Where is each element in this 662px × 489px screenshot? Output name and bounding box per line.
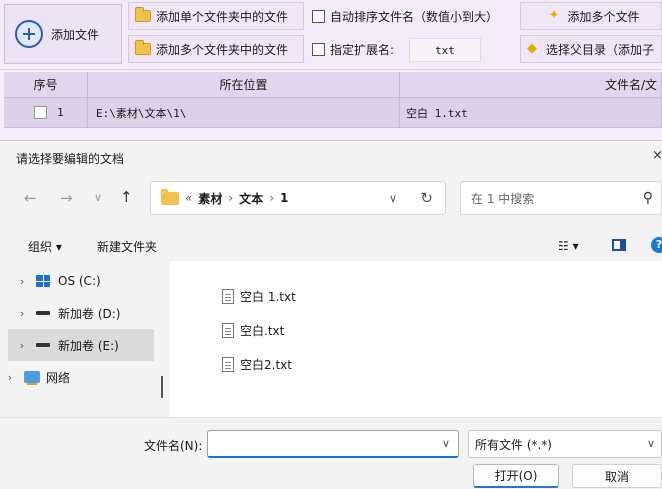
checkbox-box[interactable] xyxy=(312,42,325,56)
file-name: 空白 1.txt xyxy=(240,289,296,304)
nav-item-e-drive[interactable]: › 新加卷 (E:) xyxy=(8,329,154,361)
specify-ext-label: 指定扩展名: xyxy=(330,42,395,57)
breadcrumb-item[interactable]: 文本 xyxy=(239,190,263,207)
table-row[interactable]: 1 E:\素材\文本\1\ 空白 1.txt xyxy=(4,98,662,128)
view-menu-icon[interactable]: ☷ ▾ xyxy=(558,239,579,253)
chevron-right-icon[interactable]: › xyxy=(8,307,36,320)
chevron-right-icon[interactable]: › xyxy=(8,339,36,352)
shield-icon: ◆ xyxy=(527,41,537,56)
text-file-icon xyxy=(222,356,234,372)
search-placeholder: 在 1 中搜索 xyxy=(471,191,535,206)
windows-drive-icon xyxy=(36,275,50,287)
breadcrumb-separator: › xyxy=(269,191,274,205)
col-filename[interactable]: 文件名/文 xyxy=(400,72,662,97)
nav-item-d-drive[interactable]: › 新加卷 (D:) xyxy=(8,297,154,329)
chevron-right-icon[interactable]: › xyxy=(8,275,36,288)
add-single-folder-button[interactable]: 添加单个文件夹中的文件 xyxy=(128,2,304,30)
back-arrow-icon[interactable]: ← xyxy=(24,189,37,207)
refresh-icon[interactable]: ↻ xyxy=(420,189,433,207)
file-name: 空白.txt xyxy=(240,323,285,338)
add-file-label: 添加文件 xyxy=(51,27,100,42)
filetype-value: 所有文件 (*.*) xyxy=(475,437,552,452)
filetype-select[interactable]: 所有文件 (*.*) ∨ xyxy=(468,430,662,458)
open-file-dialog: 请选择要编辑的文档 × ← → ∨ ↑ « 素材 › 文本 › 1 ∨ ↻ 在 … xyxy=(0,140,662,489)
chevron-down-icon[interactable]: ∨ xyxy=(442,437,450,450)
nav-item-c-drive[interactable]: › OS (C:) xyxy=(8,265,154,297)
filename-label: 文件名(N): xyxy=(144,439,203,453)
up-arrow-icon[interactable]: ↑ xyxy=(120,188,133,206)
row-filename: 空白 1.txt xyxy=(400,98,662,127)
drive-icon xyxy=(36,343,50,347)
breadcrumb-item[interactable]: 素材 xyxy=(198,190,222,207)
cancel-button[interactable]: 取消 xyxy=(572,464,662,488)
ext-input[interactable]: txt xyxy=(409,38,481,62)
file-list: 空白 1.txt 空白.txt 空白2.txt xyxy=(170,261,662,417)
row-checkbox[interactable] xyxy=(34,106,47,119)
list-item[interactable]: 空白 1.txt xyxy=(222,285,296,307)
dialog-title: 请选择要编辑的文档 xyxy=(16,152,125,166)
forward-arrow-icon[interactable]: → xyxy=(60,189,73,207)
nav-item-network[interactable]: › 网络 xyxy=(0,361,142,393)
checkbox-box[interactable] xyxy=(312,9,325,23)
chevron-down-icon[interactable]: ∨ xyxy=(647,437,655,450)
add-plus-icon xyxy=(15,20,43,48)
new-folder-button[interactable]: 新建文件夹 xyxy=(97,238,157,255)
open-button[interactable]: 打开(O) xyxy=(473,464,559,488)
search-input[interactable]: 在 1 中搜索 ⚲ xyxy=(460,181,662,215)
col-location[interactable]: 所在位置 xyxy=(88,72,400,97)
nav-item-label: 新加卷 (D:) xyxy=(58,306,121,321)
search-icon: ⚲ xyxy=(642,190,653,206)
drive-icon xyxy=(36,311,50,315)
filename-input[interactable]: ∨ xyxy=(207,430,459,458)
breadcrumb-overflow[interactable]: « xyxy=(185,191,192,205)
list-item[interactable]: 空白2.txt xyxy=(222,353,292,375)
folder-icon xyxy=(135,7,151,22)
grid-header: 序号 所在位置 文件名/文 xyxy=(4,72,662,98)
toolbar: 添加文件 添加单个文件夹中的文件 添加多个文件夹中的文件 自动排序文件名（数值小… xyxy=(0,0,662,70)
nav-item-label: 新加卷 (E:) xyxy=(58,338,119,353)
add-file-button[interactable]: 添加文件 xyxy=(4,4,122,64)
text-file-icon xyxy=(222,288,234,304)
help-icon[interactable]: ? xyxy=(651,237,662,253)
address-bar[interactable]: « 素材 › 文本 › 1 ∨ ↻ xyxy=(150,181,446,215)
folder-icon xyxy=(135,40,151,55)
nav-item-label: OS (C:) xyxy=(58,274,101,288)
dialog-footer: 文件名(N): ∨ 所有文件 (*.*) ∨ 打开(O) 取消 xyxy=(0,417,662,489)
auto-sort-label: 自动排序文件名（数值小到大） xyxy=(330,9,499,24)
wand-icon: ✦ xyxy=(548,8,560,23)
choose-parent-label: 选择父目录（添加子 xyxy=(546,42,655,57)
row-path: E:\素材\文本\1\ xyxy=(88,98,400,127)
row-index: 1 xyxy=(57,106,64,119)
folder-icon xyxy=(161,188,179,205)
col-index[interactable]: 序号 xyxy=(4,72,88,97)
close-icon[interactable]: × xyxy=(652,148,662,163)
nav-scrollbar[interactable] xyxy=(161,376,163,398)
add-multi-label: 添加多个文件 xyxy=(567,9,640,24)
auto-sort-checkbox[interactable]: 自动排序文件名（数值小到大） xyxy=(306,2,516,30)
add-multi-files-button[interactable]: ✦ 添加多个文件 xyxy=(520,2,662,30)
file-name: 空白2.txt xyxy=(240,357,292,372)
text-file-icon xyxy=(222,322,234,338)
add-multi-folder-button[interactable]: 添加多个文件夹中的文件 xyxy=(128,35,304,63)
command-bar: 组织 ▾ 新建文件夹 ☷ ▾ ? xyxy=(0,231,662,261)
organize-menu[interactable]: 组织 ▾ xyxy=(28,238,62,255)
add-multi-folder-label: 添加多个文件夹中的文件 xyxy=(156,42,289,57)
recent-chevron-icon[interactable]: ∨ xyxy=(94,191,102,204)
nav-item-label: 网络 xyxy=(46,370,71,385)
breadcrumb-separator: › xyxy=(228,191,234,205)
specify-ext-checkbox[interactable]: 指定扩展名: xyxy=(306,35,406,63)
add-single-folder-label: 添加单个文件夹中的文件 xyxy=(156,9,289,24)
list-item[interactable]: 空白.txt xyxy=(222,319,284,341)
navigation-pane: › OS (C:) › 新加卷 (D:) › 新加卷 (E:) › 网络 xyxy=(8,261,154,417)
choose-parent-button[interactable]: ◆ 选择父目录（添加子 xyxy=(520,35,662,63)
network-icon xyxy=(24,371,40,385)
chevron-right-icon[interactable]: › xyxy=(0,371,24,384)
file-grid: 序号 所在位置 文件名/文 1 E:\素材\文本\1\ 空白 1.txt xyxy=(4,72,662,128)
breadcrumb-item[interactable]: 1 xyxy=(280,191,288,205)
row-index-cell: 1 xyxy=(4,98,88,127)
chevron-down-icon[interactable]: ∨ xyxy=(389,192,397,205)
preview-pane-icon[interactable] xyxy=(612,239,626,251)
